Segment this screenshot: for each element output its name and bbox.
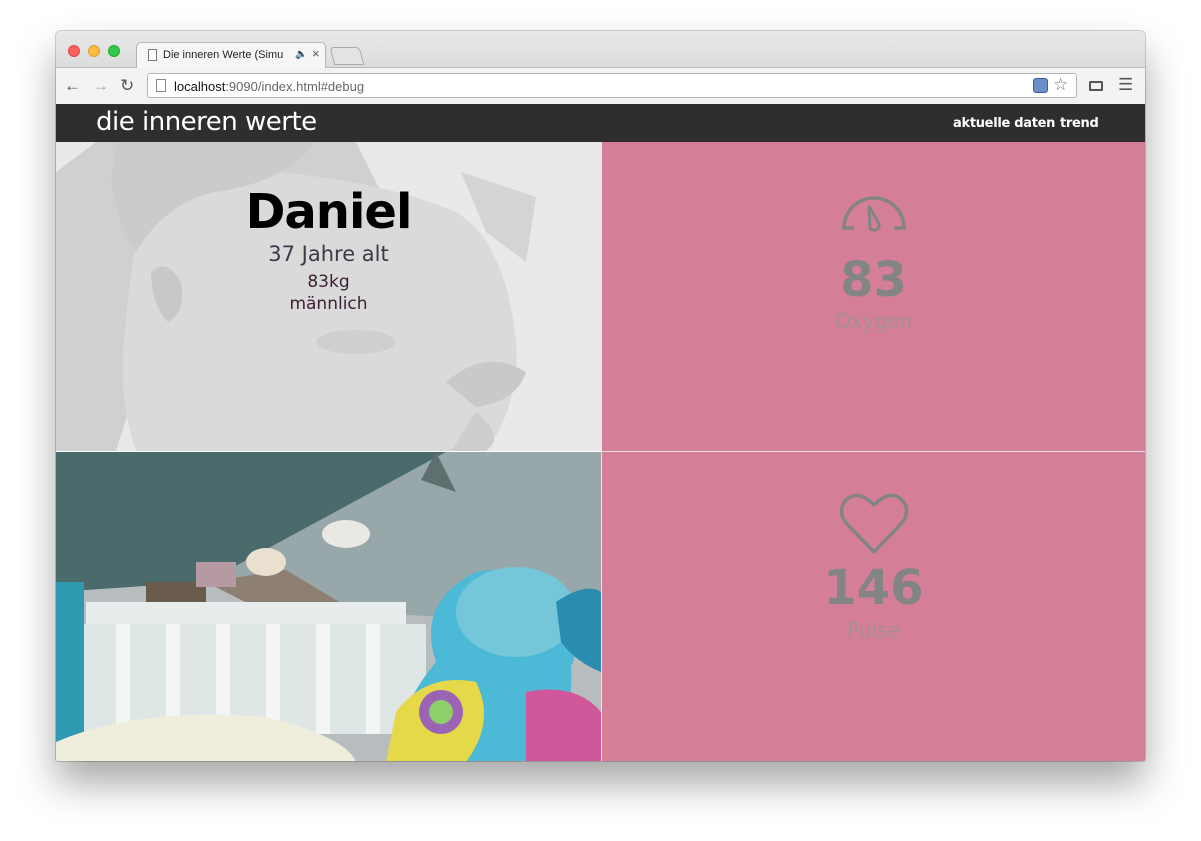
- profile-weight: 83kg: [307, 272, 350, 292]
- window-maximize-button[interactable]: [108, 45, 120, 57]
- profile-gender: männlich: [289, 294, 368, 314]
- bookmark-star-icon[interactable]: ☆: [1053, 75, 1068, 95]
- page-icon: [156, 79, 166, 92]
- pulse-label: Pulse: [847, 618, 900, 642]
- url-text[interactable]: localhost:9090/index.html#debug: [174, 79, 364, 94]
- oxygen-label: Oxygen: [834, 309, 913, 333]
- reload-icon[interactable]: ↻: [120, 76, 134, 96]
- tab-close-icon[interactable]: ×: [312, 46, 320, 61]
- tab-title: Die inneren Werte (Simu: [163, 49, 284, 61]
- camera-tile: [56, 451, 601, 761]
- nav-link-current-data[interactable]: aktuelle daten: [953, 116, 1055, 131]
- forward-arrow-icon[interactable]: →: [92, 76, 109, 96]
- pulse-tile: 146 Pulse: [601, 451, 1145, 761]
- window-close-button[interactable]: [68, 45, 80, 57]
- app-navbar: die inneren werte aktuelle daten trend: [56, 104, 1145, 142]
- new-tab-button[interactable]: [329, 47, 365, 65]
- camera-feed-image: [56, 452, 601, 761]
- url-host: localhost: [174, 79, 226, 94]
- oxygen-value: 83: [840, 252, 907, 308]
- menu-icon[interactable]: ☰: [1118, 75, 1133, 95]
- nav-link-trend[interactable]: trend: [1060, 116, 1099, 131]
- window-minimize-button[interactable]: [88, 45, 100, 57]
- address-bar[interactable]: localhost:9090/index.html#debug ☆: [147, 73, 1077, 98]
- cast-icon[interactable]: [1089, 81, 1103, 91]
- profile-name: Daniel: [245, 184, 413, 240]
- browser-toolbar: ← → ↻ localhost:9090/index.html#debug ☆ …: [56, 68, 1145, 105]
- oxygen-tile: 83 Oxygen: [601, 142, 1145, 451]
- gauge-icon: [842, 196, 906, 232]
- pulse-value: 146: [823, 560, 924, 616]
- profile-age: 37 Jahre alt: [268, 242, 389, 266]
- browser-window: Die inneren Werte (Simu 🔈 × ← → ↻ localh…: [56, 31, 1145, 761]
- back-arrow-icon[interactable]: ←: [64, 76, 81, 96]
- web-page: die inneren werte aktuelle daten trend D…: [56, 104, 1145, 761]
- tab-strip: Die inneren Werte (Simu 🔈 ×: [56, 31, 1145, 68]
- url-path: :9090/index.html#debug: [225, 79, 365, 94]
- browser-tab[interactable]: Die inneren Werte (Simu 🔈 ×: [136, 42, 326, 68]
- profile-tile: Daniel 37 Jahre alt 83kg männlich: [56, 142, 601, 451]
- document-icon: [148, 49, 157, 61]
- extension-cube-icon[interactable]: [1033, 78, 1048, 93]
- heart-icon: [839, 493, 909, 554]
- speaker-icon[interactable]: 🔈: [295, 49, 307, 60]
- app-brand[interactable]: die inneren werte: [96, 107, 317, 137]
